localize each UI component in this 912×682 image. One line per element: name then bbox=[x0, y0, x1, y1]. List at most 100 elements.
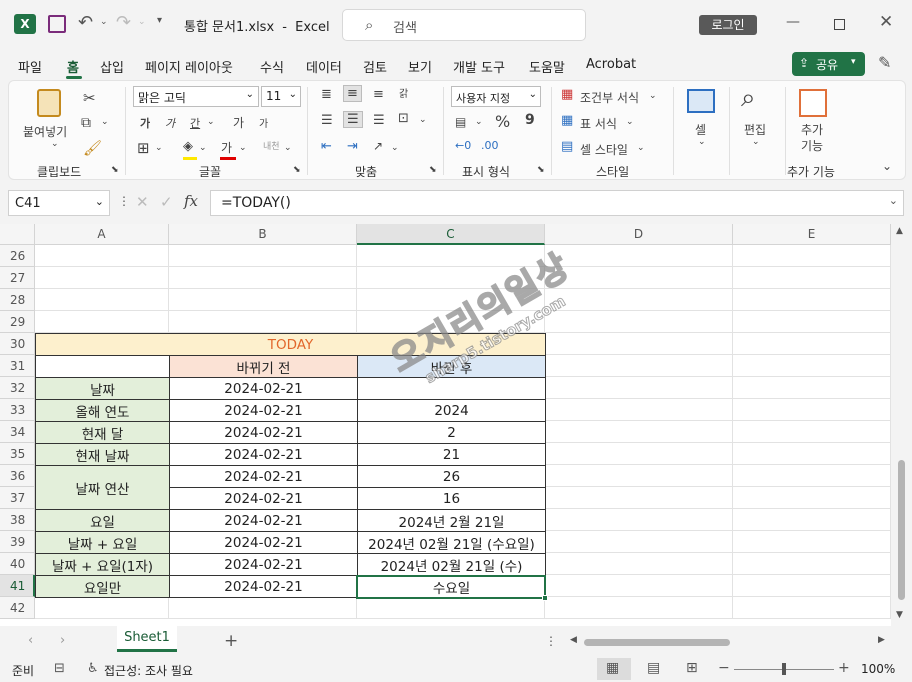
normal-view-icon[interactable]: ▦ bbox=[606, 660, 619, 676]
shrink-font-button[interactable]: 가 bbox=[259, 115, 268, 130]
zoom-level[interactable]: 100% bbox=[861, 662, 895, 676]
undo-dropdown-icon[interactable]: ⌄ bbox=[100, 17, 108, 27]
row-header-26[interactable]: 26 bbox=[0, 245, 35, 267]
table-after-cell[interactable]: 2024년 02월 21일 (수) bbox=[357, 553, 546, 576]
table-label-cell[interactable]: 날짜 + 요일(1자) bbox=[35, 553, 170, 576]
table-before-cell[interactable]: 2024-02-21 bbox=[169, 487, 358, 510]
table-after-cell[interactable] bbox=[357, 377, 546, 400]
table-before-cell[interactable]: 2024-02-21 bbox=[169, 553, 358, 576]
save-icon[interactable] bbox=[48, 15, 66, 33]
tab-file[interactable]: 파일 bbox=[18, 57, 42, 76]
row-header-42[interactable]: 42 bbox=[0, 597, 35, 619]
phonetic-dropdown-icon[interactable]: ⌄ bbox=[284, 143, 292, 153]
tab-acrobat[interactable]: Acrobat bbox=[586, 57, 636, 72]
tab-view[interactable]: 보기 bbox=[408, 57, 432, 76]
fill-color-icon[interactable]: ◈ bbox=[183, 139, 193, 154]
copy-icon[interactable]: ⧉ bbox=[81, 115, 91, 131]
font-name-select[interactable]: 맑은 고딕 ⌄ bbox=[133, 86, 259, 107]
row-header-36[interactable]: 36 bbox=[0, 465, 35, 487]
table-label-cell[interactable]: 날짜 bbox=[35, 377, 170, 400]
table-before-cell[interactable]: 2024-02-21 bbox=[169, 465, 358, 488]
find-icon[interactable]: ⌕ bbox=[741, 83, 756, 114]
tab-page-layout[interactable]: 페이지 레이아웃 bbox=[145, 57, 233, 76]
border-dropdown-icon[interactable]: ⌄ bbox=[155, 143, 163, 153]
page-break-view-icon[interactable]: ⊞ bbox=[686, 660, 698, 676]
customize-toolbar-icon[interactable]: ▾ bbox=[157, 15, 162, 26]
comma-button[interactable]: 9 bbox=[525, 112, 535, 128]
table-before-cell[interactable]: 2024-02-21 bbox=[169, 399, 358, 422]
decrease-indent-icon[interactable]: ⇤ bbox=[321, 139, 332, 154]
font-launcher-icon[interactable]: ⬊ bbox=[293, 165, 301, 175]
table-label-cell[interactable]: 요일 bbox=[35, 509, 170, 532]
increase-indent-icon[interactable]: ⇥ bbox=[347, 139, 358, 154]
worksheet-grid[interactable]: A B C D E 26 27 28 29 30 31 32 33 34 35 36 37 38 39 40… bbox=[0, 224, 891, 626]
scroll-left-icon[interactable]: ◀ bbox=[570, 635, 577, 645]
zoom-out-icon[interactable]: − bbox=[718, 660, 730, 676]
table-label-cell[interactable]: 현재 날짜 bbox=[35, 443, 170, 466]
page-layout-view-icon[interactable]: ▤ bbox=[647, 660, 660, 676]
table-header-blank[interactable] bbox=[35, 355, 170, 378]
table-label-cell[interactable]: 올해 연도 bbox=[35, 399, 170, 422]
tab-review[interactable]: 검토 bbox=[363, 57, 387, 76]
scroll-up-icon[interactable]: ▲ bbox=[896, 226, 903, 236]
zoom-slider-thumb[interactable] bbox=[782, 663, 786, 675]
increase-decimal-icon[interactable]: ←0 bbox=[455, 139, 471, 152]
row-header-35[interactable]: 35 bbox=[0, 443, 35, 465]
format-painter-icon[interactable]: 🖌 bbox=[83, 139, 102, 157]
row-header-38[interactable]: 38 bbox=[0, 509, 35, 531]
row-header-37[interactable]: 37 bbox=[0, 487, 35, 509]
format-table-icon[interactable]: ▦ bbox=[561, 113, 573, 128]
name-box[interactable]: C41 ⌄ bbox=[8, 190, 110, 216]
tab-formulas[interactable]: 수식 bbox=[260, 57, 284, 76]
bold-button[interactable]: 가 bbox=[140, 115, 150, 131]
tab-insert[interactable]: 삽입 bbox=[100, 57, 124, 76]
vertical-scrollbar[interactable]: ▲ ▼ bbox=[891, 224, 912, 626]
cells-dropdown-icon[interactable]: ⌄ bbox=[698, 137, 706, 147]
font-size-select[interactable]: 11 ⌄ bbox=[261, 86, 301, 107]
close-icon[interactable]: ✕ bbox=[879, 12, 893, 32]
merge-dropdown-icon[interactable]: ⌄ bbox=[419, 115, 427, 125]
format-table-dropdown-icon[interactable]: ⌄ bbox=[626, 117, 634, 127]
row-header-31[interactable]: 31 bbox=[0, 355, 35, 377]
table-after-cell[interactable]: 2024 bbox=[357, 399, 546, 422]
copy-dropdown-icon[interactable]: ⌄ bbox=[101, 117, 109, 127]
phonetic-button[interactable]: 내천 bbox=[263, 139, 280, 152]
align-left-icon[interactable]: ☰ bbox=[321, 113, 333, 128]
table-before-cell[interactable]: 2024-02-21 bbox=[169, 531, 358, 554]
table-label-cell[interactable]: 현재 달 bbox=[35, 421, 170, 444]
accessibility-icon[interactable]: ♿ bbox=[87, 661, 99, 676]
addins-label-line2[interactable]: 기능 bbox=[801, 137, 823, 154]
tab-help[interactable]: 도움말 bbox=[529, 57, 565, 76]
grow-font-button[interactable]: 가 bbox=[233, 114, 244, 131]
accessibility-status[interactable]: 접근성: 조사 필요 bbox=[104, 662, 193, 679]
column-header-c[interactable]: C bbox=[357, 224, 545, 245]
login-button[interactable]: 로그인 bbox=[699, 15, 757, 35]
align-middle-icon[interactable]: ≡ bbox=[343, 85, 362, 102]
tab-developer[interactable]: 개발 도구 bbox=[453, 57, 505, 76]
vertical-scroll-thumb[interactable] bbox=[898, 460, 905, 600]
select-all-corner[interactable] bbox=[0, 224, 35, 245]
table-after-cell[interactable]: 수요일 bbox=[357, 575, 546, 598]
scroll-down-icon[interactable]: ▼ bbox=[896, 610, 903, 620]
table-after-cell[interactable]: 2024년 2월 21일 bbox=[357, 509, 546, 532]
column-header-e[interactable]: E bbox=[733, 224, 891, 245]
cut-icon[interactable]: ✂ bbox=[83, 89, 96, 107]
align-bottom-icon[interactable]: ≡ bbox=[373, 87, 384, 102]
row-header-40[interactable]: 40 bbox=[0, 553, 35, 575]
conditional-dropdown-icon[interactable]: ⌄ bbox=[649, 91, 657, 101]
minimize-icon[interactable]: — bbox=[786, 14, 800, 30]
table-after-cell[interactable]: 26 bbox=[357, 465, 546, 488]
wrap-text-button[interactable]: 갉 bbox=[399, 85, 408, 100]
maximize-icon[interactable] bbox=[834, 19, 845, 30]
table-label-cell[interactable]: 날짜 + 요일 bbox=[35, 531, 170, 554]
collapse-ribbon-icon[interactable]: ⌄ bbox=[882, 159, 892, 173]
column-header-b[interactable]: B bbox=[169, 224, 357, 245]
table-before-cell[interactable]: 2024-02-21 bbox=[169, 443, 358, 466]
table-after-cell[interactable]: 21 bbox=[357, 443, 546, 466]
row-header-32[interactable]: 32 bbox=[0, 377, 35, 399]
underline-dropdown-icon[interactable]: ⌄ bbox=[207, 117, 215, 127]
cell-style-dropdown-icon[interactable]: ⌄ bbox=[637, 143, 645, 153]
table-after-cell[interactable]: 2 bbox=[357, 421, 546, 444]
row-header-33[interactable]: 33 bbox=[0, 399, 35, 421]
table-after-cell[interactable]: 2024년 02월 21일 (수요일) bbox=[357, 531, 546, 554]
